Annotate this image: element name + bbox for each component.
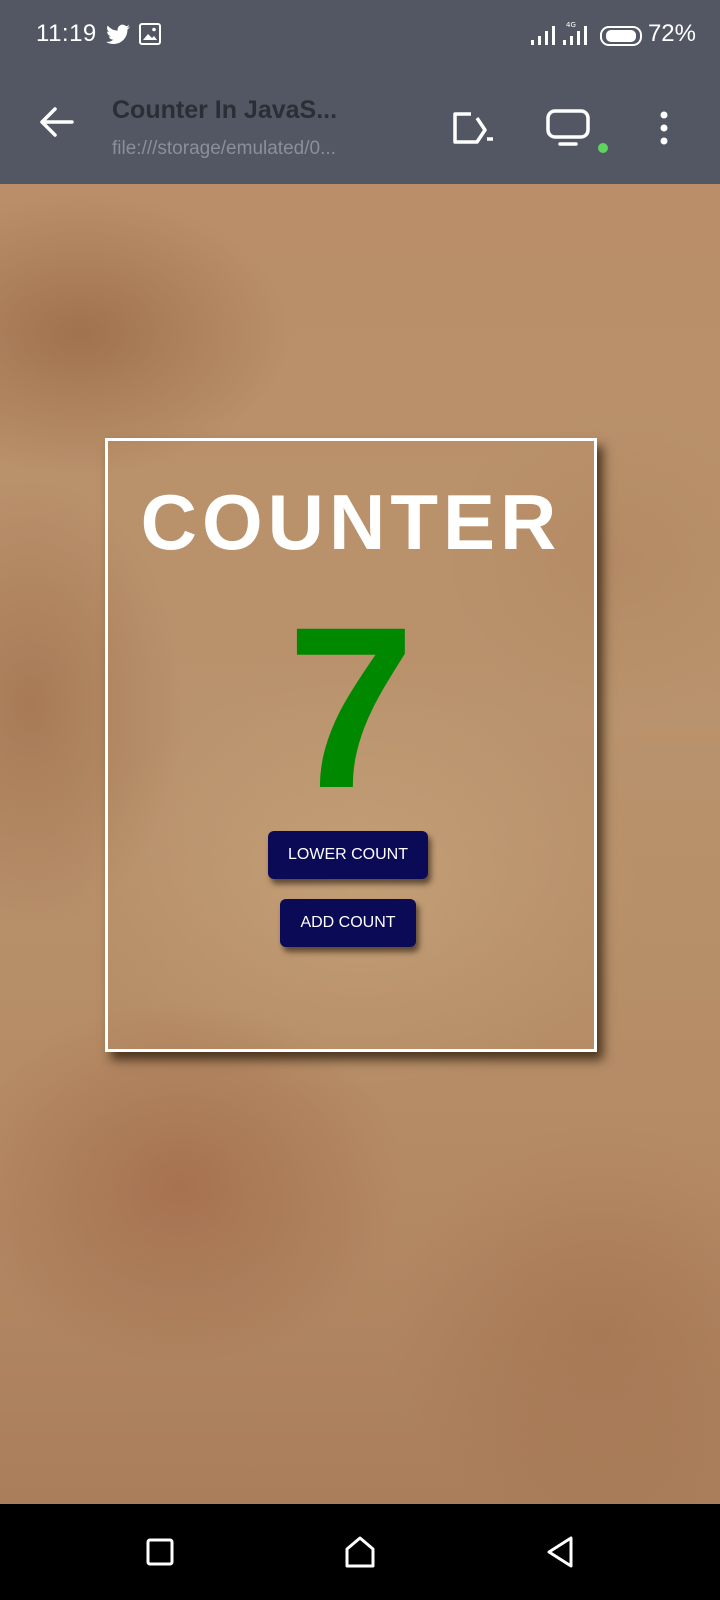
system-nav-bar xyxy=(0,1504,720,1600)
top-bar: 11:19 4G 72% Counter In JavaS... file://… xyxy=(0,0,720,184)
gallery-icon xyxy=(138,22,162,51)
app-bar: Counter In JavaS... file:///storage/emul… xyxy=(0,72,720,184)
web-content: COUNTER 7 LOWER COUNT ADD COUNT xyxy=(0,184,720,1504)
lower-count-button[interactable]: LOWER COUNT xyxy=(268,831,428,879)
counter-value: 7 xyxy=(287,579,415,836)
home-icon[interactable] xyxy=(334,1526,386,1578)
svg-text:4G: 4G xyxy=(566,21,576,29)
desktop-icon[interactable] xyxy=(540,100,596,156)
battery-percentage: 72% xyxy=(647,20,696,47)
open-in-icon[interactable] xyxy=(444,100,500,156)
status-time: 11:19 xyxy=(36,20,97,47)
page-title: Counter In JavaS... xyxy=(112,96,338,124)
signal-icon xyxy=(530,24,558,51)
battery-icon xyxy=(599,25,644,52)
status-bar: 11:19 4G 72% xyxy=(0,0,720,72)
signal-icon: 4G xyxy=(562,20,590,51)
twitter-icon xyxy=(104,22,132,53)
counter-card: COUNTER 7 LOWER COUNT ADD COUNT xyxy=(105,438,597,1052)
active-indicator-dot xyxy=(598,143,608,153)
more-vert-icon[interactable] xyxy=(636,100,692,156)
recents-icon[interactable] xyxy=(134,1526,186,1578)
back-icon[interactable] xyxy=(534,1526,586,1578)
add-count-button[interactable]: ADD COUNT xyxy=(280,899,416,947)
back-arrow-icon[interactable] xyxy=(30,96,82,148)
page-url: file:///storage/emulated/0... xyxy=(112,138,336,159)
counter-heading: COUNTER xyxy=(140,478,562,566)
